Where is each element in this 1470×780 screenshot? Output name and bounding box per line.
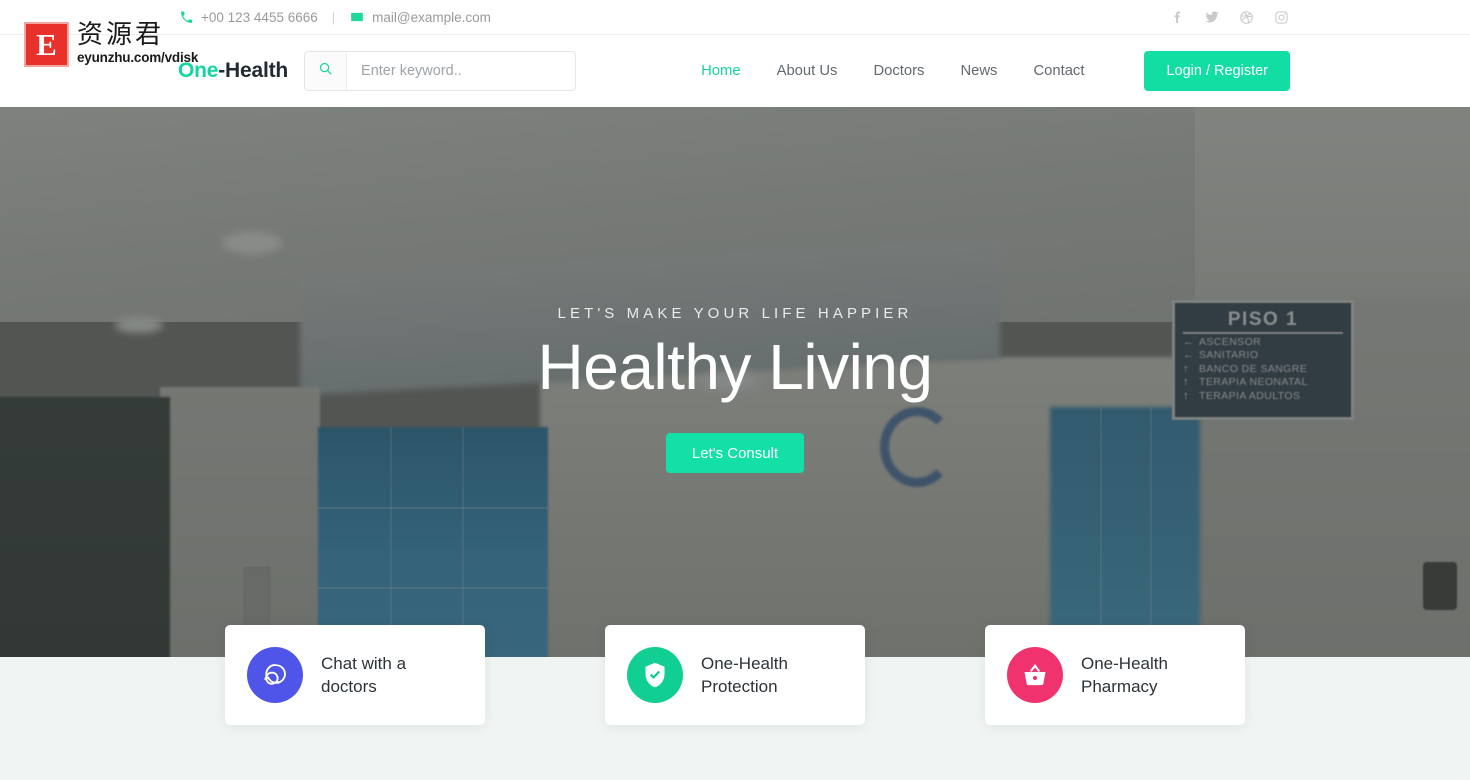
search-box: [304, 51, 577, 91]
service-card-protection[interactable]: One-Health Protection: [605, 625, 865, 725]
hero-content: LET'S MAKE YOUR LIFE HAPPIER Healthy Liv…: [0, 107, 1470, 657]
service-card-label: Chat with a doctors: [321, 653, 407, 696]
service-card-label: One-Health Pharmacy: [1081, 653, 1168, 696]
login-register-button[interactable]: Login / Register: [1144, 51, 1290, 91]
nav-item-home[interactable]: Home: [683, 63, 758, 79]
search-button[interactable]: [305, 52, 348, 90]
service-cards: Chat with a doctors One-Health Protectio…: [0, 625, 1470, 725]
dribbble-icon[interactable]: [1238, 9, 1255, 26]
site-logo[interactable]: One-Health: [178, 59, 288, 83]
shield-check-icon: [627, 647, 683, 703]
main-navigation: Home About Us Doctors News Contact Login…: [683, 51, 1290, 91]
nav-item-contact[interactable]: Contact: [1015, 63, 1102, 79]
service-card-pharmacy[interactable]: One-Health Pharmacy: [985, 625, 1245, 725]
top-bar-contact-group: +00 123 4455 6666 | mail@example.com: [178, 9, 491, 25]
phone-icon: [178, 9, 194, 25]
nav-item-news[interactable]: News: [942, 63, 1015, 79]
lets-consult-button[interactable]: Let's Consult: [665, 433, 805, 474]
basket-icon: [1007, 647, 1063, 703]
email-address: mail@example.com: [372, 9, 491, 25]
service-card-label: One-Health Protection: [701, 653, 788, 696]
phone-contact[interactable]: +00 123 4455 6666: [178, 9, 318, 25]
instagram-icon[interactable]: [1273, 9, 1290, 26]
logo-text-secondary: -Health: [218, 59, 289, 82]
service-card-chat[interactable]: Chat with a doctors: [225, 625, 485, 725]
site-header: One-Health Home About Us Doctors News Co…: [0, 35, 1470, 107]
hero-section: PISO 1 ← ASCENSOR ← SANITARIO ↑ BANCO DE…: [0, 107, 1470, 657]
contact-separator: |: [331, 9, 336, 25]
logo-text-primary: One: [178, 59, 219, 82]
facebook-icon[interactable]: [1168, 9, 1185, 26]
envelope-icon: [349, 9, 365, 25]
hero-title: Healthy Living: [537, 331, 934, 403]
nav-item-about-us[interactable]: About Us: [759, 63, 856, 79]
chat-bubble-icon: [247, 647, 303, 703]
social-links: [1168, 9, 1290, 26]
search-icon: [318, 61, 333, 81]
nav-item-doctors[interactable]: Doctors: [855, 63, 942, 79]
hero-subtitle: LET'S MAKE YOUR LIFE HAPPIER: [557, 305, 913, 322]
email-contact[interactable]: mail@example.com: [349, 9, 491, 25]
twitter-icon[interactable]: [1203, 9, 1220, 26]
phone-number: +00 123 4455 6666: [201, 9, 318, 25]
top-bar: +00 123 4455 6666 | mail@example.com: [0, 0, 1470, 35]
search-input[interactable]: [347, 52, 576, 90]
